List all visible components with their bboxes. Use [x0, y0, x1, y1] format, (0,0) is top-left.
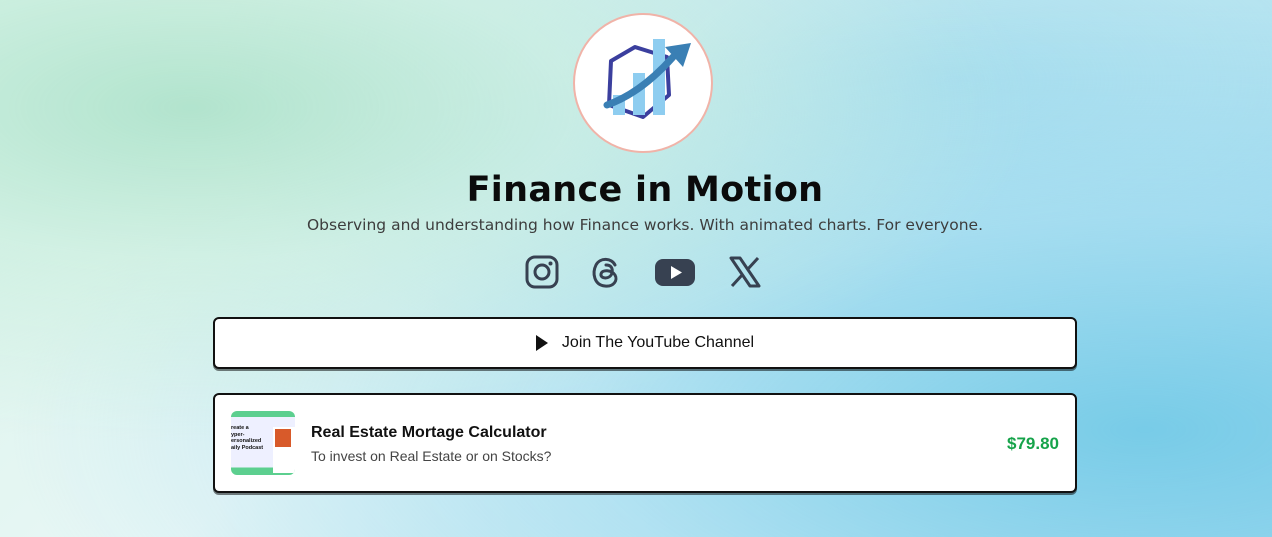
product-price: $79.80 — [1007, 434, 1059, 453]
profile-avatar — [573, 13, 713, 153]
join-youtube-button[interactable]: Join The YouTube Channel — [213, 317, 1077, 369]
youtube-icon[interactable] — [653, 254, 695, 290]
product-title: Real Estate Mortage Calculator — [311, 424, 547, 441]
thumbnail-image — [273, 427, 295, 473]
product-thumbnail: reate a yper- ersonalized aily Podcast — [231, 411, 295, 475]
x-icon[interactable] — [727, 254, 763, 290]
product-card[interactable]: reate a yper- ersonalized aily Podcast R… — [213, 393, 1077, 493]
threads-icon[interactable] — [588, 254, 624, 290]
instagram-icon[interactable] — [524, 254, 560, 290]
page-subtitle: Observing and understanding how Finance … — [306, 216, 983, 234]
product-subtitle: To invest on Real Estate or on Stocks? — [311, 448, 552, 464]
finance-logo-icon — [603, 39, 691, 119]
thumbnail-text: reate a yper- ersonalized aily Podcast — [231, 425, 264, 451]
page-title: Finance in Motion — [466, 170, 824, 210]
play-icon — [535, 335, 548, 351]
join-youtube-label: Join The YouTube Channel — [561, 334, 755, 351]
social-links — [0, 254, 1272, 290]
